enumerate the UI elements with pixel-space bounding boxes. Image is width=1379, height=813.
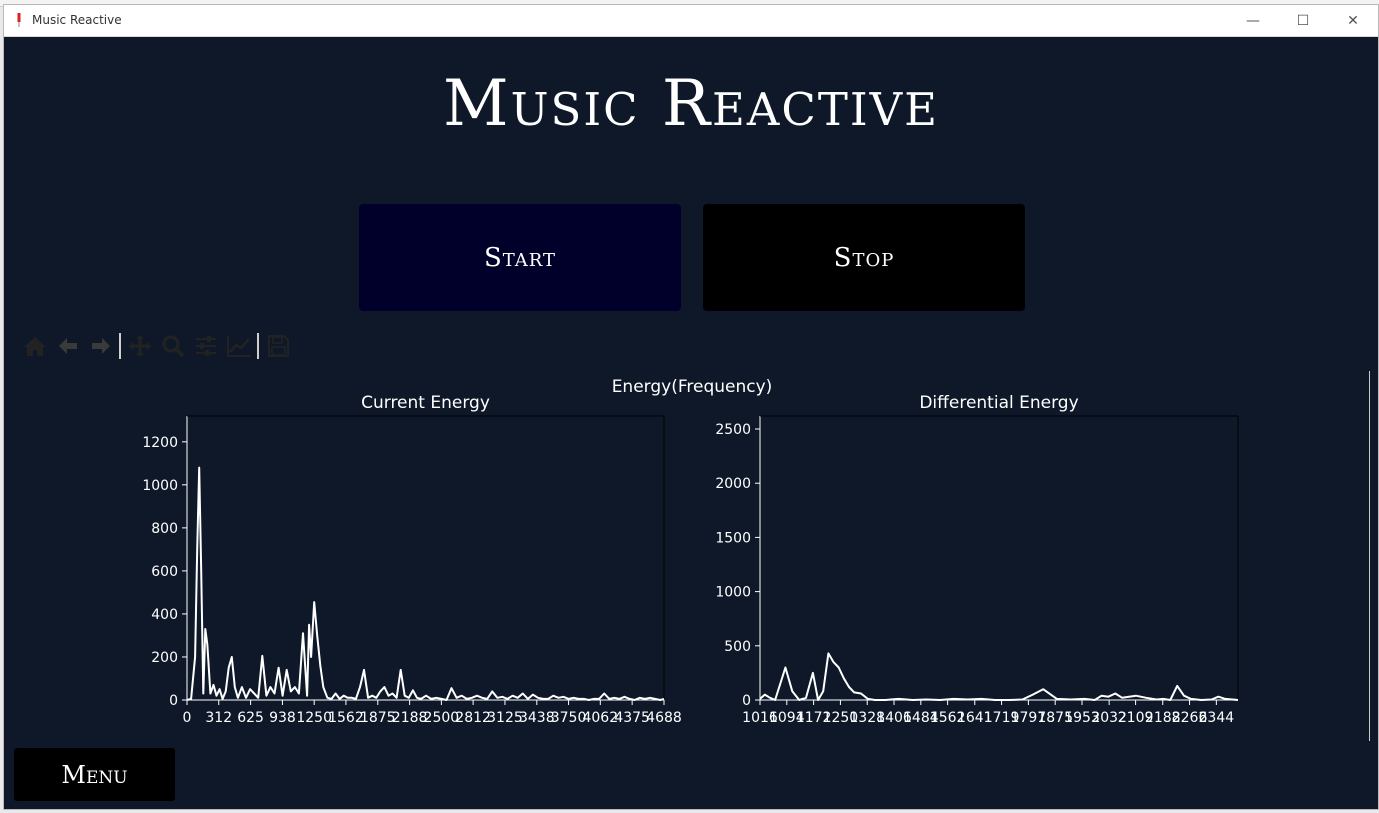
x-tick-label: 2344 — [1199, 710, 1235, 726]
y-tick-label: 400 — [151, 607, 178, 623]
client-area: Music Reactive Start Stop Energy(Frequen… — [4, 37, 1378, 809]
save-button[interactable] — [261, 331, 294, 361]
zoom-button[interactable] — [156, 331, 189, 361]
y-tick-label: 1000 — [142, 478, 178, 494]
app-logo-icon — [17, 13, 21, 27]
x-tick-label: 1562 — [328, 710, 364, 726]
x-tick-label: 3125 — [487, 710, 523, 726]
title-bar: Music Reactive — ☐ ✕ — [4, 5, 1378, 37]
minimize-button[interactable]: — — [1230, 5, 1276, 37]
configure-subplots-button[interactable] — [189, 331, 222, 361]
x-tick-label: 1250 — [296, 710, 332, 726]
y-tick-label: 2000 — [715, 476, 751, 492]
maximize-button[interactable]: ☐ — [1280, 5, 1326, 37]
edit-axis-icon — [226, 336, 251, 357]
y-tick-label: 1200 — [142, 435, 178, 451]
y-tick-label: 500 — [724, 639, 751, 655]
x-tick-label: 3438 — [519, 710, 555, 726]
y-tick-label: 200 — [151, 650, 178, 666]
edit-axis-button[interactable] — [222, 331, 255, 361]
y-tick-label: 800 — [151, 521, 178, 537]
x-tick-label: 4688 — [646, 710, 682, 726]
x-tick-label: 938 — [269, 710, 296, 726]
x-tick-label: 2500 — [424, 710, 460, 726]
forward-button[interactable] — [84, 331, 117, 361]
series-line — [186, 466, 665, 701]
x-tick-label: 4062 — [582, 710, 618, 726]
y-tick-label: 2500 — [715, 422, 751, 438]
differential-energy-axes: Differential Energy050010001500200025001… — [715, 393, 1239, 726]
x-tick-label: 0 — [183, 710, 192, 726]
toolbar-separator — [119, 333, 121, 359]
axes-title: Differential Energy — [919, 393, 1078, 413]
x-tick-label: 625 — [237, 710, 264, 726]
zoom-icon — [162, 335, 184, 358]
y-tick-label: 0 — [169, 693, 178, 709]
configure-subplots-icon — [195, 336, 216, 356]
series-line — [759, 652, 1239, 701]
close-icon: ✕ — [1347, 13, 1359, 29]
back-button[interactable] — [51, 331, 84, 361]
save-icon — [267, 335, 289, 357]
y-tick-label: 600 — [151, 564, 178, 580]
x-tick-label: 2812 — [455, 710, 491, 726]
current-energy-axes: Current Energy 0 200 400 600 800 1000 1200 0 312 6… — [142, 393, 681, 726]
axes-title: Current Energy — [361, 393, 490, 413]
y-tick-label: 1000 — [715, 585, 751, 601]
y-tick-label: 1500 — [715, 530, 751, 546]
minimize-icon: — — [1246, 13, 1260, 29]
window-title: Music Reactive — [32, 13, 122, 27]
back-icon — [58, 338, 77, 354]
forward-icon — [91, 338, 110, 354]
app-window: Music Reactive — ☐ ✕ Music Reactive Star… — [3, 4, 1379, 810]
x-tick-label: 1875 — [360, 710, 396, 726]
y-tick-label: 0 — [742, 693, 751, 709]
plot-toolbar — [18, 331, 294, 361]
stop-button[interactable]: Stop — [703, 204, 1025, 311]
figure-suptitle: Energy(Frequency) — [612, 377, 773, 397]
close-button[interactable]: ✕ — [1330, 5, 1376, 37]
x-tick-label: 4375 — [614, 710, 650, 726]
energy-figure: Energy(Frequency) Current Energy 0 200 400 6… — [142, 377, 1239, 726]
home-icon — [23, 337, 46, 356]
x-tick-label: 2188 — [392, 710, 428, 726]
home-button[interactable] — [18, 331, 51, 361]
page-title: Music Reactive — [443, 67, 939, 141]
pan-button[interactable] — [123, 331, 156, 361]
x-tick-label: 312 — [205, 710, 232, 726]
start-button[interactable]: Start — [359, 204, 681, 311]
menu-button[interactable]: Menu — [14, 748, 175, 801]
toolbar-separator — [257, 333, 259, 359]
pan-icon — [128, 335, 151, 357]
maximize-icon: ☐ — [1296, 13, 1310, 29]
x-tick-label: 3750 — [551, 710, 587, 726]
